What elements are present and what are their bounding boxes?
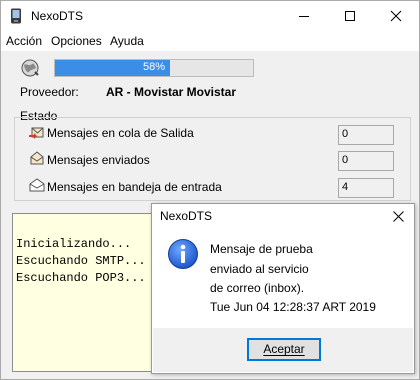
dialog-message-line: Tue Jun 04 12:28:37 ART 2019 xyxy=(210,300,376,314)
inbox-count: 4 xyxy=(338,178,394,198)
message-dialog: NexoDTS Mensaje de prueba enviado al ser… xyxy=(151,203,415,374)
log-line: Escuchando POP3... xyxy=(16,271,146,285)
sent-mail-icon xyxy=(30,151,44,165)
sent-count: 0 xyxy=(338,151,394,171)
sent-count-value: 0 xyxy=(342,154,349,166)
info-icon xyxy=(168,239,198,269)
provider-label: Proveedor: xyxy=(20,85,79,99)
dialog-body: Mensaje de prueba enviado al servicio de… xyxy=(153,228,413,328)
phone-icon xyxy=(11,8,21,24)
outbox-icon xyxy=(29,127,44,139)
inbox-mail-icon xyxy=(29,178,45,192)
dialog-close-button[interactable] xyxy=(382,204,414,228)
title-bar[interactable]: NexoDTS xyxy=(1,1,419,31)
menu-ayuda[interactable]: Ayuda xyxy=(110,34,144,48)
dialog-footer: Aceptar xyxy=(153,328,413,372)
provider-value: AR - Movistar Movistar xyxy=(106,85,237,99)
accept-button-label: Aceptar xyxy=(263,342,305,356)
close-icon xyxy=(393,211,404,222)
menu-accion[interactable]: Acción xyxy=(6,34,42,48)
dialog-title: NexoDTS xyxy=(160,209,213,223)
globe-icon xyxy=(21,59,39,77)
menu-opciones[interactable]: Opciones xyxy=(51,34,102,48)
outbox-count-value: 0 xyxy=(342,128,349,140)
maximize-button[interactable] xyxy=(327,1,373,31)
close-button[interactable] xyxy=(373,1,419,31)
outbox-label: Mensajes en cola de Salida xyxy=(47,126,194,140)
dialog-message-line: Mensaje de prueba xyxy=(210,242,313,256)
menu-bar: Acción Opciones Ayuda xyxy=(1,31,419,51)
close-icon xyxy=(390,10,402,22)
window-title: NexoDTS xyxy=(31,9,84,23)
sent-label: Mensajes enviados xyxy=(47,153,150,167)
main-window: NexoDTS Acción Opciones Ayuda 58% Provee… xyxy=(0,0,420,380)
dialog-message-line: enviado al servicio xyxy=(210,262,309,276)
minimize-button[interactable] xyxy=(281,1,327,31)
inbox-label: Mensajes en bandeja de entrada xyxy=(47,180,222,194)
log-line: Inicializando... xyxy=(16,237,132,251)
maximize-icon xyxy=(345,11,355,21)
log-line: Escuchando SMTP... xyxy=(16,254,146,268)
outbox-count: 0 xyxy=(338,125,394,145)
dialog-message-line: de correo (inbox). xyxy=(210,281,305,295)
progress-text: 58% xyxy=(142,61,166,73)
accept-button[interactable]: Aceptar xyxy=(247,338,321,361)
connection-progress-bar: 58% xyxy=(54,59,254,77)
minimize-icon xyxy=(299,16,309,17)
inbox-count-value: 4 xyxy=(342,181,349,193)
